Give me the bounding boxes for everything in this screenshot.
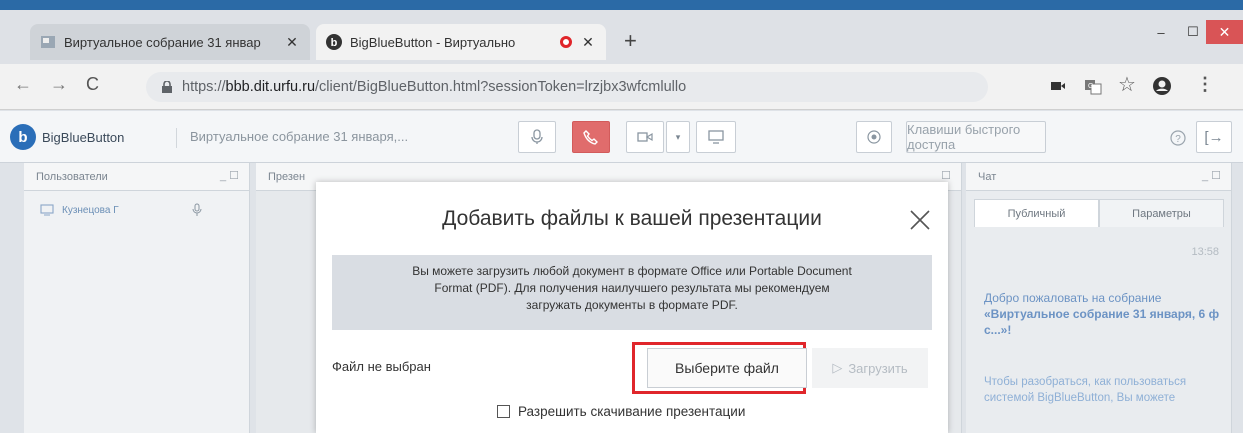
- browser-tab-meeting[interactable]: Виртуальное собрание 31 январ ✕: [30, 24, 310, 60]
- allow-download-option[interactable]: Разрешить скачивание презентации: [497, 404, 745, 419]
- choose-file-button[interactable]: Выберите файл: [647, 348, 807, 388]
- upload-presentation-dialog: Добавить файлы к вашей презентации Вы мо…: [316, 182, 948, 433]
- record-button[interactable]: [856, 121, 892, 153]
- notice-line: Вы можете загрузить любой документ в фор…: [412, 264, 852, 278]
- minimize-button[interactable]: –: [1146, 20, 1176, 44]
- file-status-label: Файл не выбран: [332, 359, 431, 374]
- chat-panel: Чат _ ☐ Публичный Параметры 13:58 Добро …: [966, 163, 1232, 433]
- bbb-logo: b BigBlueButton: [10, 124, 124, 150]
- upload-icon: ▷: [832, 360, 843, 375]
- browser-tab-bigbluebutton[interactable]: b BigBlueButton - Виртуально ✕: [316, 24, 606, 60]
- upload-notice: Вы можете загрузить любой документ в фор…: [332, 255, 932, 330]
- chat-help-message: Чтобы разобраться, как пользоваться сист…: [984, 376, 1187, 404]
- tab-close-icon[interactable]: ✕: [580, 34, 596, 51]
- lock-icon: [162, 81, 172, 93]
- logout-button[interactable]: [→: [1196, 121, 1232, 153]
- menu-dots-icon[interactable]: ⋮: [1196, 74, 1214, 95]
- account-icon[interactable]: [1152, 76, 1172, 96]
- new-tab-button[interactable]: +: [624, 28, 637, 54]
- panel-window-controls[interactable]: ☐: [941, 169, 951, 182]
- allow-download-checkbox[interactable]: [497, 405, 510, 418]
- screen-share-button[interactable]: [696, 121, 736, 153]
- users-panel: Пользователи _ ☐ Кузнецова Г: [24, 163, 250, 433]
- camera-icon[interactable]: [1050, 78, 1066, 94]
- chat-welcome-message: Добро пожаловать на собрание «Виртуально…: [984, 290, 1224, 338]
- upload-label: Загрузить: [848, 360, 908, 376]
- phone-button[interactable]: [572, 121, 610, 153]
- tab-chat-options[interactable]: Параметры: [1099, 199, 1224, 227]
- taskbar-strip: [0, 0, 1243, 10]
- divider: [176, 128, 177, 148]
- webcam-options-dropdown[interactable]: ▾: [666, 121, 690, 153]
- tab-title: Виртуальное собрание 31 январ: [64, 34, 261, 50]
- chevron-down-icon: ▾: [675, 131, 681, 142]
- presentation-panel-title: Презен: [268, 170, 306, 183]
- notice-line: загружать документы в формате PDF.: [526, 298, 738, 312]
- notice-line: Format (PDF). Для получения наилучшего р…: [434, 281, 830, 295]
- user-name: Кузнецова Г: [62, 204, 119, 216]
- back-arrow-icon[interactable]: ←: [14, 74, 32, 95]
- bbb-logo-text: BigBlueButton: [42, 129, 125, 145]
- bbb-toolbar: b BigBlueButton Виртуальное собрание 31 …: [0, 111, 1243, 163]
- allow-download-label: Разрешить скачивание презентации: [518, 404, 746, 419]
- panel-window-controls[interactable]: _ ☐: [220, 169, 239, 182]
- welcome-meeting-name: «Виртуальное собрание 31 января, 6 ф с..…: [984, 307, 1220, 337]
- webcam-icon: [637, 132, 653, 142]
- users-panel-title: Пользователи: [36, 170, 108, 183]
- browser-toolbar: ← → C https://bbb.dit.urfu.ru/client/Big…: [0, 64, 1243, 110]
- maximize-button[interactable]: ☐: [1178, 20, 1208, 44]
- recording-indicator-icon: [560, 36, 572, 48]
- translate-icon[interactable]: G: [1084, 78, 1102, 96]
- microphone-button[interactable]: [518, 121, 556, 153]
- window-close-button[interactable]: ✕: [1206, 20, 1243, 44]
- browser-tabstrip: Виртуальное собрание 31 январ ✕ b BigBlu…: [0, 10, 1243, 64]
- help-icon[interactable]: ?: [1170, 130, 1186, 146]
- record-icon: [867, 130, 881, 144]
- users-panel-header: Пользователи _ ☐: [24, 163, 249, 191]
- hotkeys-button[interactable]: Клавиши быстрого доступа: [906, 121, 1046, 153]
- forward-arrow-icon[interactable]: →: [50, 74, 68, 95]
- chat-timestamp: 13:58: [1191, 246, 1219, 258]
- presenter-icon: [40, 204, 54, 216]
- url-scheme: https://: [182, 79, 226, 95]
- star-icon[interactable]: ☆: [1118, 72, 1136, 97]
- tab-title: BigBlueButton - Виртуально: [350, 34, 516, 50]
- svg-text:G: G: [1088, 83, 1093, 90]
- dialog-title: Добавить файлы к вашей презентации: [442, 207, 822, 230]
- page-favicon-icon: [41, 36, 55, 48]
- phone-icon: [583, 130, 598, 145]
- logout-icon: [→: [1204, 128, 1224, 146]
- url-path: /client/BigBlueButton.html?sessionToken=…: [315, 79, 687, 95]
- user-list-item[interactable]: Кузнецова Г: [24, 191, 249, 217]
- welcome-text: Добро пожаловать на собрание: [984, 291, 1162, 305]
- tab-close-icon[interactable]: ✕: [284, 34, 300, 51]
- tab-public-chat[interactable]: Публичный: [974, 199, 1099, 227]
- svg-text:b: b: [331, 37, 338, 49]
- bbb-logo-icon: b: [10, 124, 36, 150]
- chat-tabs: Публичный Параметры: [966, 191, 1232, 227]
- url-host: bbb.dit.urfu.ru: [225, 79, 316, 95]
- webcam-button[interactable]: [626, 121, 664, 153]
- bigbluebutton-favicon-icon: b: [326, 34, 342, 50]
- microphone-icon: [531, 129, 543, 144]
- microphone-icon: [192, 203, 202, 216]
- monitor-icon: [708, 130, 724, 144]
- chat-panel-title: Чат: [978, 170, 997, 183]
- address-bar[interactable]: https://bbb.dit.urfu.ru/client/BigBlueBu…: [146, 72, 988, 102]
- close-icon[interactable]: [908, 208, 932, 232]
- upload-button[interactable]: ▷ Загрузить: [812, 348, 928, 388]
- reload-icon[interactable]: C: [86, 74, 99, 95]
- meeting-title: Виртуальное собрание 31 января,...: [190, 129, 409, 144]
- svg-text:?: ?: [1175, 134, 1181, 145]
- panel-window-controls[interactable]: _ ☐: [1202, 169, 1221, 182]
- chat-panel-header: Чат _ ☐: [966, 163, 1231, 191]
